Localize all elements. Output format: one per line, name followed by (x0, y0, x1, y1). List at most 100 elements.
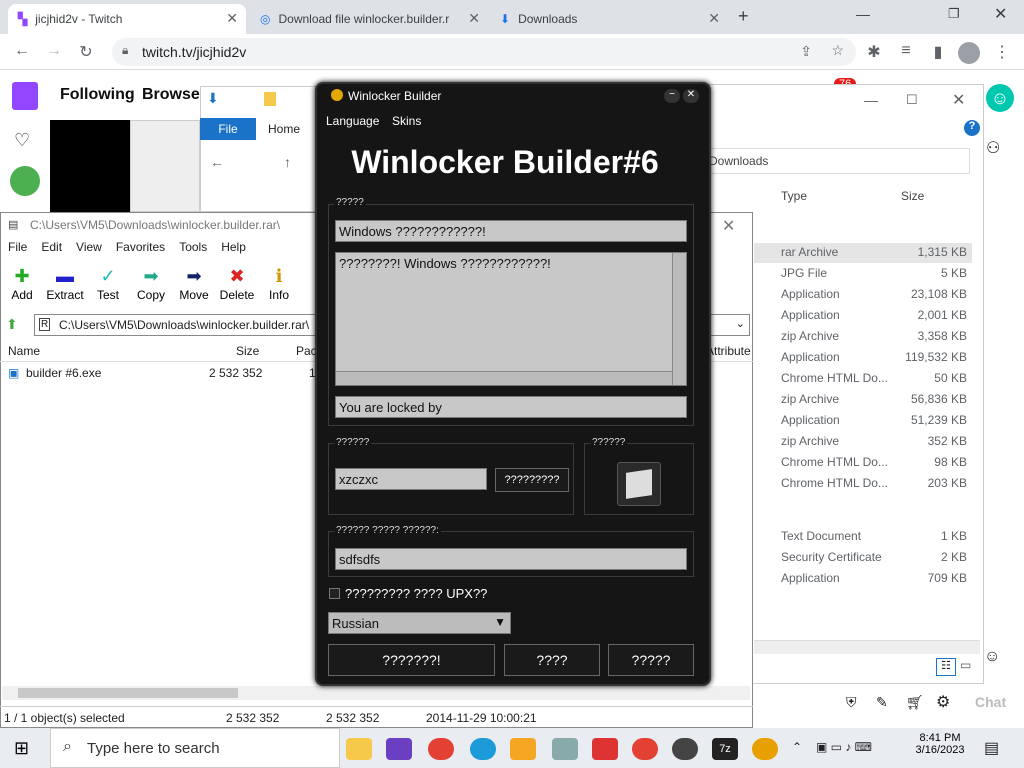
list-item[interactable]: Application 119,532 KB (781, 350, 967, 371)
lock-message-textarea[interactable]: ????????! Windows ????????????! (335, 252, 687, 386)
locked-by-input[interactable]: You are locked by (335, 396, 687, 418)
list-item[interactable]: Chrome HTML Do... 50 KB (781, 371, 967, 392)
delete-button[interactable]: ✖ Delete (214, 264, 260, 302)
emote-icon[interactable]: ☺ (984, 648, 1000, 666)
ribbon-home-tab[interactable]: Home (268, 122, 300, 136)
file-explorer-taskbar-icon[interactable] (346, 738, 372, 760)
notifications-icon[interactable]: ▤ (984, 738, 999, 758)
list-item[interactable]: zip Archive 56,836 KB (781, 392, 967, 413)
nav-browse[interactable]: Browse (142, 86, 200, 104)
close-tab-icon[interactable]: ✕ (226, 10, 238, 27)
menu-language[interactable]: Language (326, 114, 379, 128)
nav-following[interactable]: Following (60, 86, 135, 104)
sidepanel-icon[interactable]: ▮ (926, 42, 950, 62)
explorer-maximize-button[interactable]: ☐ (906, 92, 918, 108)
textarea-hscroll[interactable] (336, 371, 672, 385)
taskbar-clock[interactable]: 8:41 PM 3/16/2023 (908, 732, 972, 756)
explorer-minimize-button[interactable]: — (864, 92, 878, 108)
restore-button[interactable]: ❐ (948, 6, 960, 22)
add-button[interactable]: ✚ Add (0, 264, 45, 302)
list-item[interactable]: rar Archive 1,315 KB (781, 245, 967, 266)
explorer-address[interactable]: Downloads (700, 148, 970, 174)
table-row[interactable]: ▣ builder #6.exe 2 532 352 1 (6, 366, 326, 384)
obs-taskbar-icon[interactable] (672, 738, 698, 760)
col-attribute[interactable]: Attribute (706, 344, 751, 358)
list-item[interactable]: Chrome HTML Do... 98 KB (781, 455, 967, 476)
winlocker-taskbar-icon[interactable] (752, 738, 778, 760)
tray-chevron-icon[interactable]: ⌃ (792, 740, 802, 754)
edge-taskbar-icon[interactable] (470, 738, 496, 760)
tab-download-file[interactable]: ◎ Download file winlocker.builder.r ✕ (250, 4, 488, 34)
language-select[interactable]: Russian ▼ (328, 612, 511, 634)
close-tab-icon[interactable]: ✕ (708, 10, 720, 27)
action2-button[interactable]: ???? (504, 644, 600, 676)
list-item[interactable]: JPG File 5 KB (781, 266, 967, 287)
locker-close-button[interactable]: ✕ (683, 89, 699, 103)
profile-avatar[interactable] (958, 42, 980, 64)
reload-icon[interactable]: ↻ (74, 42, 98, 62)
new-tab-button[interactable]: + (738, 6, 749, 27)
copy-button[interactable]: ➡ Copy (128, 264, 174, 302)
share-icon[interactable]: ⇪ (800, 43, 812, 60)
chat-button[interactable]: Chat (975, 694, 1006, 710)
dropdown-chevron-icon[interactable]: ⌄ (736, 317, 745, 330)
build-button[interactable]: ???????! (328, 644, 495, 676)
explorer-up-icon[interactable]: ↑ (284, 154, 291, 170)
menu-dots-icon[interactable]: ⋮ (990, 42, 1014, 62)
close-tab-icon[interactable]: ✕ (468, 10, 480, 27)
tray-icons[interactable]: ▣ ▭ ♪ ⌨ (816, 740, 872, 754)
extensions-icon[interactable]: ✱ (862, 42, 886, 62)
windows-logo-icon[interactable] (617, 462, 661, 506)
visual-studio-taskbar-icon[interactable] (386, 738, 412, 760)
app-taskbar-icon[interactable] (552, 738, 578, 760)
list-item[interactable]: Chrome HTML Do... 203 KB (781, 476, 967, 497)
list-item[interactable]: zip Archive 3,358 KB (781, 329, 967, 350)
details-view-icon[interactable]: ☷ (936, 658, 956, 676)
upx-checkbox[interactable] (329, 588, 340, 599)
taskbar-search[interactable]: ⌕ Type here to search (50, 728, 340, 768)
address-bar[interactable]: 🔒︎ twitch.tv/jicjhid2v ⇪ ☆ (112, 38, 856, 66)
action3-button[interactable]: ????? (608, 644, 694, 676)
col-size[interactable]: Size (901, 189, 924, 203)
search-tool-taskbar-icon[interactable] (510, 738, 536, 760)
col-size[interactable]: Size (236, 344, 259, 358)
back-icon[interactable]: ← (10, 42, 34, 60)
user-avatar[interactable]: ☺ (986, 84, 1014, 112)
chrome2-taskbar-icon[interactable] (632, 738, 658, 760)
col-type[interactable]: Type (781, 189, 807, 203)
list-item[interactable]: Security Certificate 2 KB (781, 550, 967, 571)
extract-button[interactable]: ▬ Extract (42, 264, 88, 302)
help-icon[interactable]: ? (964, 120, 980, 136)
lock-title-input[interactable]: Windows ????????????! (335, 220, 687, 242)
up-folder-icon[interactable]: ⬆ (6, 316, 18, 333)
list-item[interactable]: Application 2,001 KB (781, 308, 967, 329)
app2-taskbar-icon[interactable] (592, 738, 618, 760)
scroll-thumb[interactable] (18, 688, 238, 698)
explorer-close-button[interactable]: ✕ (952, 90, 965, 110)
7zip-taskbar-icon[interactable]: 7z (712, 738, 738, 760)
password-generate-button[interactable]: ????????? (495, 468, 569, 492)
info-button[interactable]: ℹ Info (256, 264, 302, 302)
list-item[interactable]: Text Document 1 KB (781, 529, 967, 550)
list-item[interactable]: zip Archive 352 KB (781, 434, 967, 455)
channel-avatar[interactable] (10, 166, 40, 196)
locker-minimize-button[interactable]: − (664, 89, 680, 103)
friends-icon[interactable]: ⚇ (986, 138, 1000, 158)
col-name[interactable]: Name (8, 344, 40, 358)
close-window-button[interactable]: ✕ (994, 4, 1007, 24)
list-item[interactable]: Application 23,108 KB (781, 287, 967, 308)
tab-twitch[interactable]: ▚ jicjhid2v - Twitch ✕ (8, 4, 246, 34)
pen-icon[interactable]: ✎ (876, 694, 888, 711)
forward-icon[interactable]: → (42, 42, 66, 60)
list-item[interactable]: Application 709 KB (781, 571, 967, 592)
list-item[interactable]: Application 51,239 KB (781, 413, 967, 434)
move-button[interactable]: ➡ Move (171, 264, 217, 302)
windows-start-icon[interactable]: ⊞ (14, 738, 29, 759)
winrar-close-button[interactable]: ✕ (722, 216, 735, 236)
cart-icon[interactable]: 🛒︎ (906, 694, 924, 711)
tab-downloads[interactable]: ⬇ Downloads ✕ (490, 4, 728, 34)
output-path-input[interactable]: sdfsdfs (335, 548, 687, 570)
ribbon-file-tab[interactable]: File (200, 118, 256, 140)
minimize-button[interactable]: — (856, 6, 870, 22)
twitch-logo-icon[interactable] (12, 82, 38, 110)
